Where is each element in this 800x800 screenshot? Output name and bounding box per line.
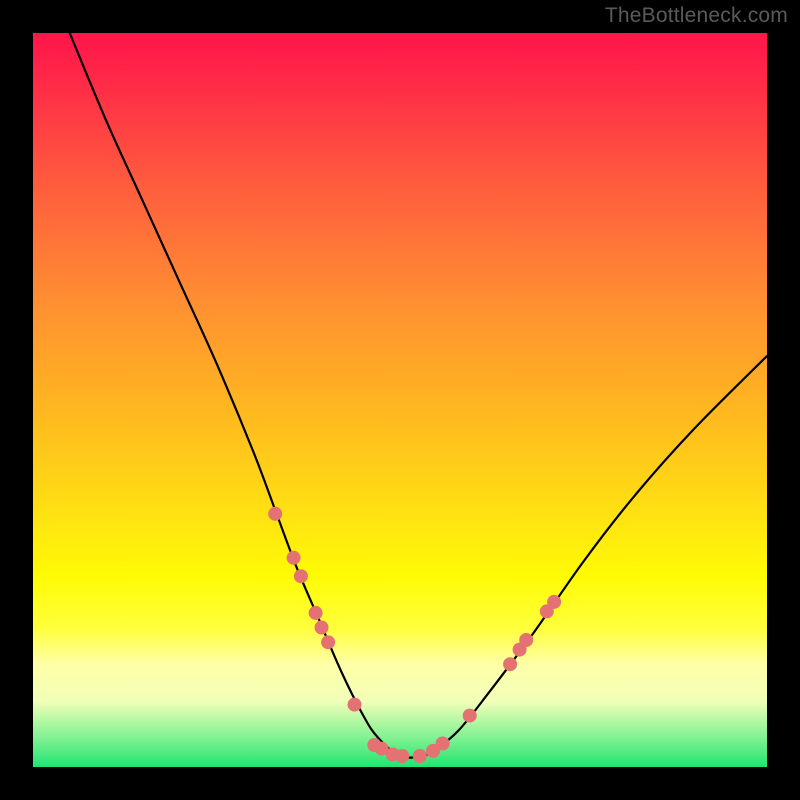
marker-dot (547, 595, 561, 609)
marker-dot (348, 698, 362, 712)
chart-frame: TheBottleneck.com (0, 0, 800, 800)
marker-dot (268, 507, 282, 521)
marker-dot (413, 749, 427, 763)
marker-dot (294, 569, 308, 583)
plot-area (33, 33, 767, 767)
highlight-markers (268, 507, 561, 763)
marker-dot (309, 606, 323, 620)
marker-dot (395, 749, 409, 763)
bottleneck-curve (70, 33, 767, 758)
chart-svg (33, 33, 767, 767)
marker-dot (287, 551, 301, 565)
marker-dot (503, 657, 517, 671)
marker-dot (315, 621, 329, 635)
marker-dot (463, 709, 477, 723)
marker-dot (436, 737, 450, 751)
marker-dot (519, 633, 533, 647)
watermark-text: TheBottleneck.com (605, 4, 788, 28)
marker-dot (321, 635, 335, 649)
